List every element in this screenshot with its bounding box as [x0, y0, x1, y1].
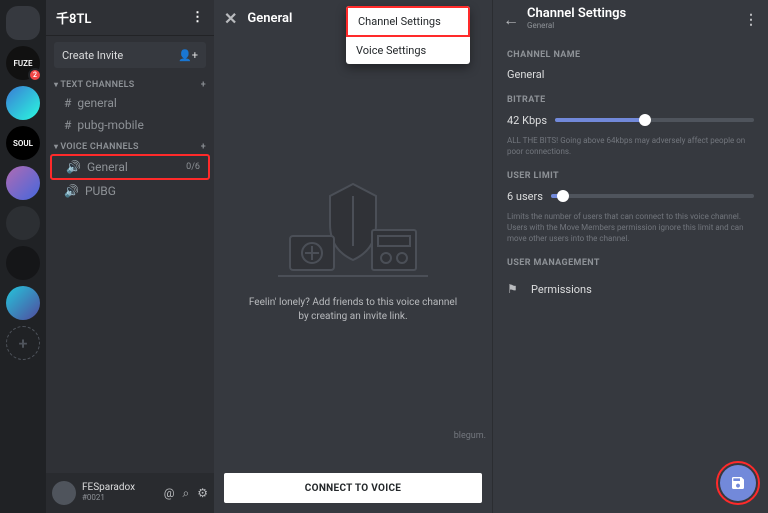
bitrate-value: 42 Kbps	[507, 114, 547, 127]
chevron-down-icon: ▾	[54, 142, 58, 151]
mentions-icon[interactable]: @	[164, 486, 175, 501]
empty-voice-text: Feelin' lonely? Add friends to this voic…	[244, 296, 462, 324]
kebab-icon[interactable]: ⋮	[191, 10, 204, 25]
server-item[interactable]	[6, 86, 40, 120]
add-channel-icon[interactable]: +	[201, 142, 206, 152]
save-button[interactable]	[720, 465, 756, 501]
background-text: blegum.	[454, 431, 486, 441]
unread-badge: 2	[28, 68, 42, 82]
server-item[interactable]	[6, 206, 40, 240]
save-icon	[730, 475, 746, 491]
popup-voice-settings[interactable]: Voice Settings	[346, 37, 470, 64]
settings-popup: Channel Settings Voice Settings	[346, 6, 470, 64]
server-item[interactable]	[6, 246, 40, 280]
channel-title: General	[247, 11, 292, 26]
server-header[interactable]: 千8TL ⋮	[46, 0, 214, 36]
avatar[interactable]	[52, 481, 76, 505]
server-soul[interactable]: SOUL	[6, 126, 40, 160]
voice-channel-general[interactable]: 🔊General 0/6	[50, 154, 210, 180]
server-rail: FUZE2 SOUL +	[0, 0, 46, 513]
speaker-icon: 🔊	[66, 160, 81, 174]
user-limit-label: USER LIMIT	[507, 171, 754, 181]
kebab-icon[interactable]: ⋮	[744, 12, 758, 28]
speaker-icon: 🔊	[64, 184, 79, 198]
category-text-channels[interactable]: ▾TEXT CHANNELS +	[46, 74, 214, 92]
user-bar: FESparadox#0021 @ ⌕ ⚙	[46, 473, 214, 513]
text-channel-general[interactable]: #general	[50, 92, 210, 114]
user-limit-slider[interactable]	[551, 189, 754, 203]
voice-channel-pubg[interactable]: 🔊PUBG	[50, 180, 210, 202]
hash-icon: #	[64, 118, 71, 132]
server-home[interactable]	[6, 6, 40, 40]
bitrate-label: BITRATE	[507, 95, 754, 105]
user-management-label: USER MANAGEMENT	[507, 258, 754, 268]
settings-subtitle: General	[527, 20, 626, 32]
category-voice-channels[interactable]: ▾VOICE CHANNELS +	[46, 136, 214, 154]
server-fuze[interactable]: FUZE2	[6, 46, 40, 80]
search-icon[interactable]: ⌕	[183, 486, 190, 501]
bitrate-hint: ALL THE BITS! Going above 64kbps may adv…	[507, 135, 754, 157]
channel-name-label: CHANNEL NAME	[507, 50, 754, 60]
add-person-icon: 👤+	[178, 49, 198, 62]
empty-voice-illustration	[278, 176, 428, 286]
user-limit-hint: Limits the number of users that can conn…	[507, 211, 754, 244]
bitrate-slider[interactable]	[555, 113, 754, 127]
channel-settings-pane: ← Channel Settings General ⋮ CHANNEL NAM…	[492, 0, 768, 513]
close-icon[interactable]: ✕	[224, 9, 237, 28]
server-name: 千8TL	[56, 8, 91, 27]
settings-title: Channel Settings	[527, 6, 626, 21]
username: FESparadox#0021	[82, 483, 135, 503]
permissions-row[interactable]: ⚑ Permissions	[507, 276, 754, 302]
user-limit-value: 6 users	[507, 190, 543, 203]
server-item[interactable]	[6, 286, 40, 320]
hash-icon: #	[64, 96, 71, 110]
connect-to-voice-button[interactable]: CONNECT TO VOICE	[224, 473, 482, 503]
chevron-down-icon: ▾	[54, 80, 58, 89]
add-server-button[interactable]: +	[6, 326, 40, 360]
server-item[interactable]	[6, 166, 40, 200]
channel-list: 千8TL ⋮ Create Invite 👤+ ▾TEXT CHANNELS +…	[46, 0, 214, 513]
voice-user-count: 0/6	[186, 162, 200, 172]
flag-icon: ⚑	[507, 282, 521, 296]
popup-channel-settings[interactable]: Channel Settings	[346, 6, 470, 37]
text-channel-pubg-mobile[interactable]: #pubg-mobile	[50, 114, 210, 136]
back-icon[interactable]: ←	[503, 10, 519, 30]
add-channel-icon[interactable]: +	[201, 80, 206, 90]
create-invite-button[interactable]: Create Invite 👤+	[54, 42, 206, 68]
voice-channel-view: ✕ General Channel Settings Voice Setting…	[214, 0, 492, 513]
channel-name-field[interactable]: General	[507, 68, 754, 81]
gear-icon[interactable]: ⚙	[197, 486, 208, 501]
